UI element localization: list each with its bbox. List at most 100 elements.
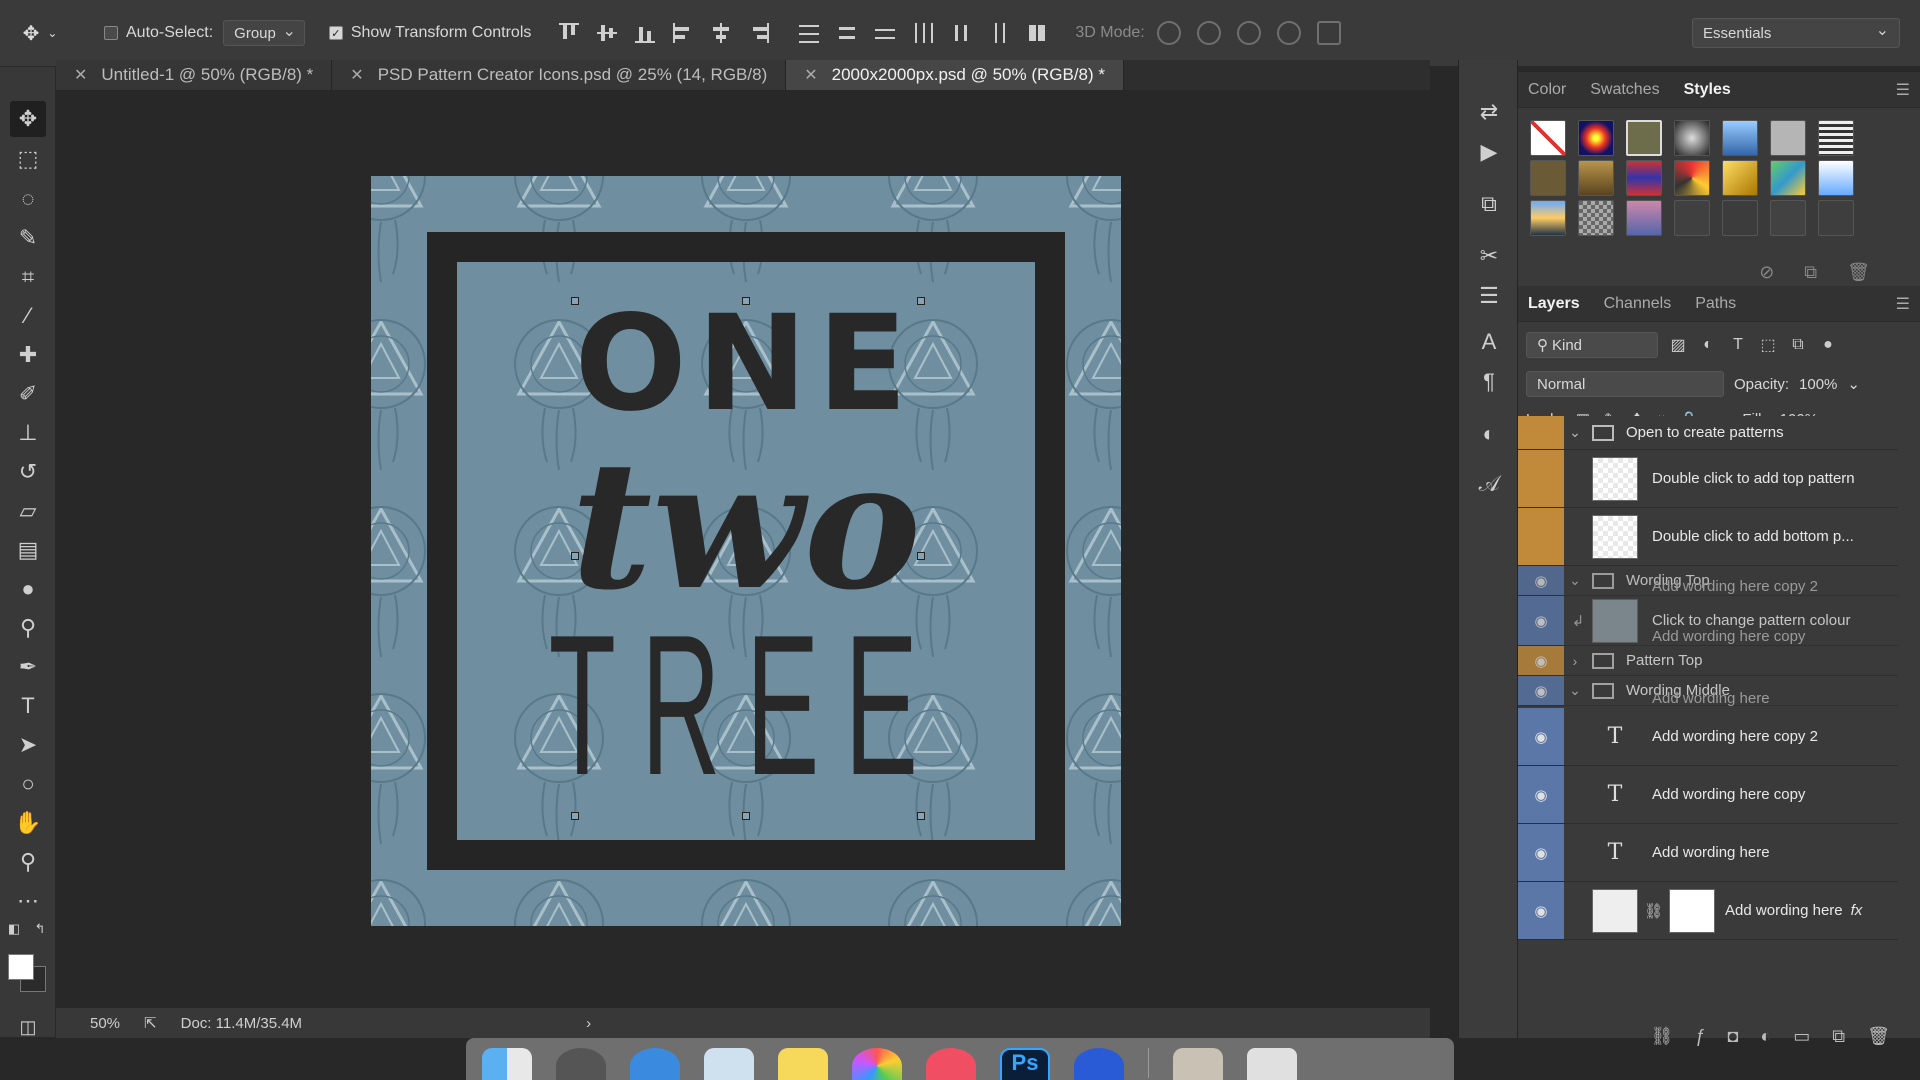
3d-scale-icon[interactable] [1316, 21, 1341, 45]
path-selection-tool-icon[interactable]: ➤ [10, 727, 46, 763]
type-tool-icon[interactable]: T [10, 688, 46, 724]
auto-align-icon[interactable] [1025, 21, 1049, 45]
visibility-toggle[interactable] [1518, 450, 1564, 507]
transform-handle[interactable] [742, 297, 750, 305]
distribute-hcenter-icon[interactable] [949, 21, 973, 45]
finder-icon[interactable] [482, 1048, 532, 1080]
layer-row[interactable]: Double click to add bottom p... [1518, 508, 1898, 566]
auto-select-dropdown[interactable]: Group [223, 20, 305, 46]
style-swatch[interactable] [1530, 200, 1566, 236]
new-style-icon[interactable]: ⧉ [1804, 262, 1817, 283]
transform-handle[interactable] [571, 812, 579, 820]
layer-row[interactable]: ◉ T Add wording here copy [1518, 766, 1898, 824]
tab-psd-pattern-creator[interactable]: ✕ PSD Pattern Creator Icons.psd @ 25% (1… [332, 60, 787, 90]
visibility-toggle[interactable] [1518, 416, 1564, 449]
healing-brush-tool-icon[interactable]: ✚ [10, 337, 46, 373]
auto-select-checkbox[interactable]: Auto-Select: [104, 24, 213, 42]
style-swatch[interactable] [1674, 200, 1710, 236]
chevron-down-icon[interactable]: ⌄ [1564, 424, 1586, 441]
eye-icon[interactable]: ◉ [1518, 676, 1564, 705]
distribute-left-icon[interactable] [911, 21, 935, 45]
style-swatch[interactable] [1770, 120, 1806, 156]
visibility-toggle[interactable] [1518, 508, 1564, 565]
blur-tool-icon[interactable]: ● [10, 571, 46, 607]
layer-row[interactable]: Double click to add top pattern [1518, 450, 1898, 508]
transform-handle[interactable] [917, 297, 925, 305]
style-swatch[interactable] [1818, 160, 1854, 196]
style-swatch[interactable] [1818, 120, 1854, 156]
folder-stack-icon[interactable] [1173, 1048, 1223, 1080]
close-icon[interactable]: ✕ [804, 65, 817, 85]
tab-channels[interactable]: Channels [1604, 295, 1672, 313]
mail-icon[interactable] [704, 1048, 754, 1080]
photoshop-icon[interactable]: Ps [1000, 1048, 1050, 1080]
tab-color[interactable]: Color [1528, 81, 1566, 99]
panel-menu-icon[interactable]: ☰ [1896, 80, 1910, 100]
dodge-tool-icon[interactable]: ⚲ [10, 610, 46, 646]
opacity-value[interactable]: 100% [1799, 376, 1837, 393]
align-left-edges-icon[interactable] [671, 21, 695, 45]
marquee-tool-icon[interactable]: ⬚ [10, 141, 46, 177]
music-icon[interactable] [926, 1048, 976, 1080]
trash-icon[interactable]: 🗑 [1847, 262, 1870, 283]
style-swatch[interactable] [1770, 200, 1806, 236]
distribute-top-icon[interactable] [797, 21, 821, 45]
more-tools-icon[interactable]: ⋯ [10, 883, 46, 919]
eraser-tool-icon[interactable]: ▱ [10, 493, 46, 529]
add-mask-icon[interactable]: ◘ [1728, 1026, 1739, 1047]
paragraph-panel-icon[interactable]: ¶ [1475, 368, 1503, 396]
layer-row[interactable]: ◉ T Add wording here copy 2 [1518, 708, 1898, 766]
layer-row[interactable]: ⌄ Open to create patterns [1518, 416, 1898, 450]
show-transform-checkbox[interactable]: ✓ Show Transform Controls [328, 24, 531, 42]
properties-panel-icon[interactable]: ◐ [1475, 420, 1503, 448]
3d-orbit-icon[interactable] [1156, 21, 1181, 45]
eye-icon[interactable]: ◉ [1518, 766, 1564, 823]
style-swatch[interactable] [1578, 160, 1614, 196]
glyphs-panel-icon[interactable]: 𝒜 [1475, 470, 1503, 498]
3d-panel-icon[interactable]: ⧉ [1475, 190, 1503, 218]
history-panel-icon[interactable]: ⇄ [1475, 98, 1503, 126]
eye-icon[interactable]: ◉ [1518, 824, 1564, 881]
3d-slide-icon[interactable] [1276, 21, 1301, 45]
foreground-color-swatch[interactable] [8, 954, 34, 980]
eye-icon[interactable]: ◉ [1518, 596, 1564, 645]
actions-panel-icon[interactable]: ▶ [1475, 138, 1503, 166]
chevron-right-icon[interactable]: › [1564, 653, 1586, 669]
trash-icon[interactable] [1247, 1048, 1297, 1080]
share-icon[interactable]: ⇱ [144, 1014, 157, 1032]
history-brush-tool-icon[interactable]: ↺ [10, 454, 46, 490]
chevron-down-icon[interactable]: ⌄ [1564, 572, 1586, 589]
layer-row[interactable]: ◉ › Pattern Top [1518, 646, 1898, 676]
eye-icon[interactable]: ◉ [1518, 882, 1564, 939]
transform-handle[interactable] [571, 297, 579, 305]
transform-handle[interactable] [571, 552, 579, 560]
move-tool-preset[interactable]: ✥ ⌄ [0, 21, 80, 46]
eyedropper-tool-icon[interactable]: ⁄ [10, 298, 46, 334]
tab-untitled-1[interactable]: ✕ Untitled-1 @ 50% (RGB/8) * [56, 60, 333, 90]
blend-mode-dropdown[interactable]: Normal [1526, 371, 1724, 397]
distribute-right-icon[interactable] [987, 21, 1011, 45]
3d-pan-icon[interactable] [1236, 21, 1261, 45]
quick-mask-icon[interactable]: ◫ [10, 1009, 46, 1045]
align-vertical-centers-icon[interactable] [595, 21, 619, 45]
clear-style-icon[interactable]: ⊘ [1759, 262, 1774, 283]
adjustment-filter-icon[interactable]: ◐ [1698, 335, 1718, 355]
character-panel-icon[interactable]: A [1475, 328, 1503, 356]
tab-swatches[interactable]: Swatches [1590, 81, 1659, 99]
tab-2000x2000px[interactable]: ✕ 2000x2000px.psd @ 50% (RGB/8) * [786, 60, 1124, 90]
tab-paths[interactable]: Paths [1695, 295, 1736, 313]
eye-icon[interactable]: ◉ [1518, 646, 1564, 675]
adjustment-layer-icon[interactable]: ◐ [1760, 1026, 1771, 1047]
style-swatch[interactable] [1626, 160, 1662, 196]
align-horizontal-centers-icon[interactable] [709, 21, 733, 45]
brush-settings-icon[interactable]: ✂ [1475, 242, 1503, 270]
new-group-icon[interactable]: ▭ [1793, 1026, 1810, 1047]
chevron-down-icon[interactable]: ⌄ [1564, 682, 1586, 699]
style-swatch[interactable] [1818, 200, 1854, 236]
style-swatch[interactable] [1722, 200, 1758, 236]
hand-tool-icon[interactable]: ✋ [10, 805, 46, 841]
trash-icon[interactable]: 🗑 [1867, 1026, 1890, 1047]
zoom-level[interactable]: 50% [90, 1015, 120, 1032]
brush-tool-icon[interactable]: ✐ [10, 376, 46, 412]
distribute-bottom-icon[interactable] [873, 21, 897, 45]
